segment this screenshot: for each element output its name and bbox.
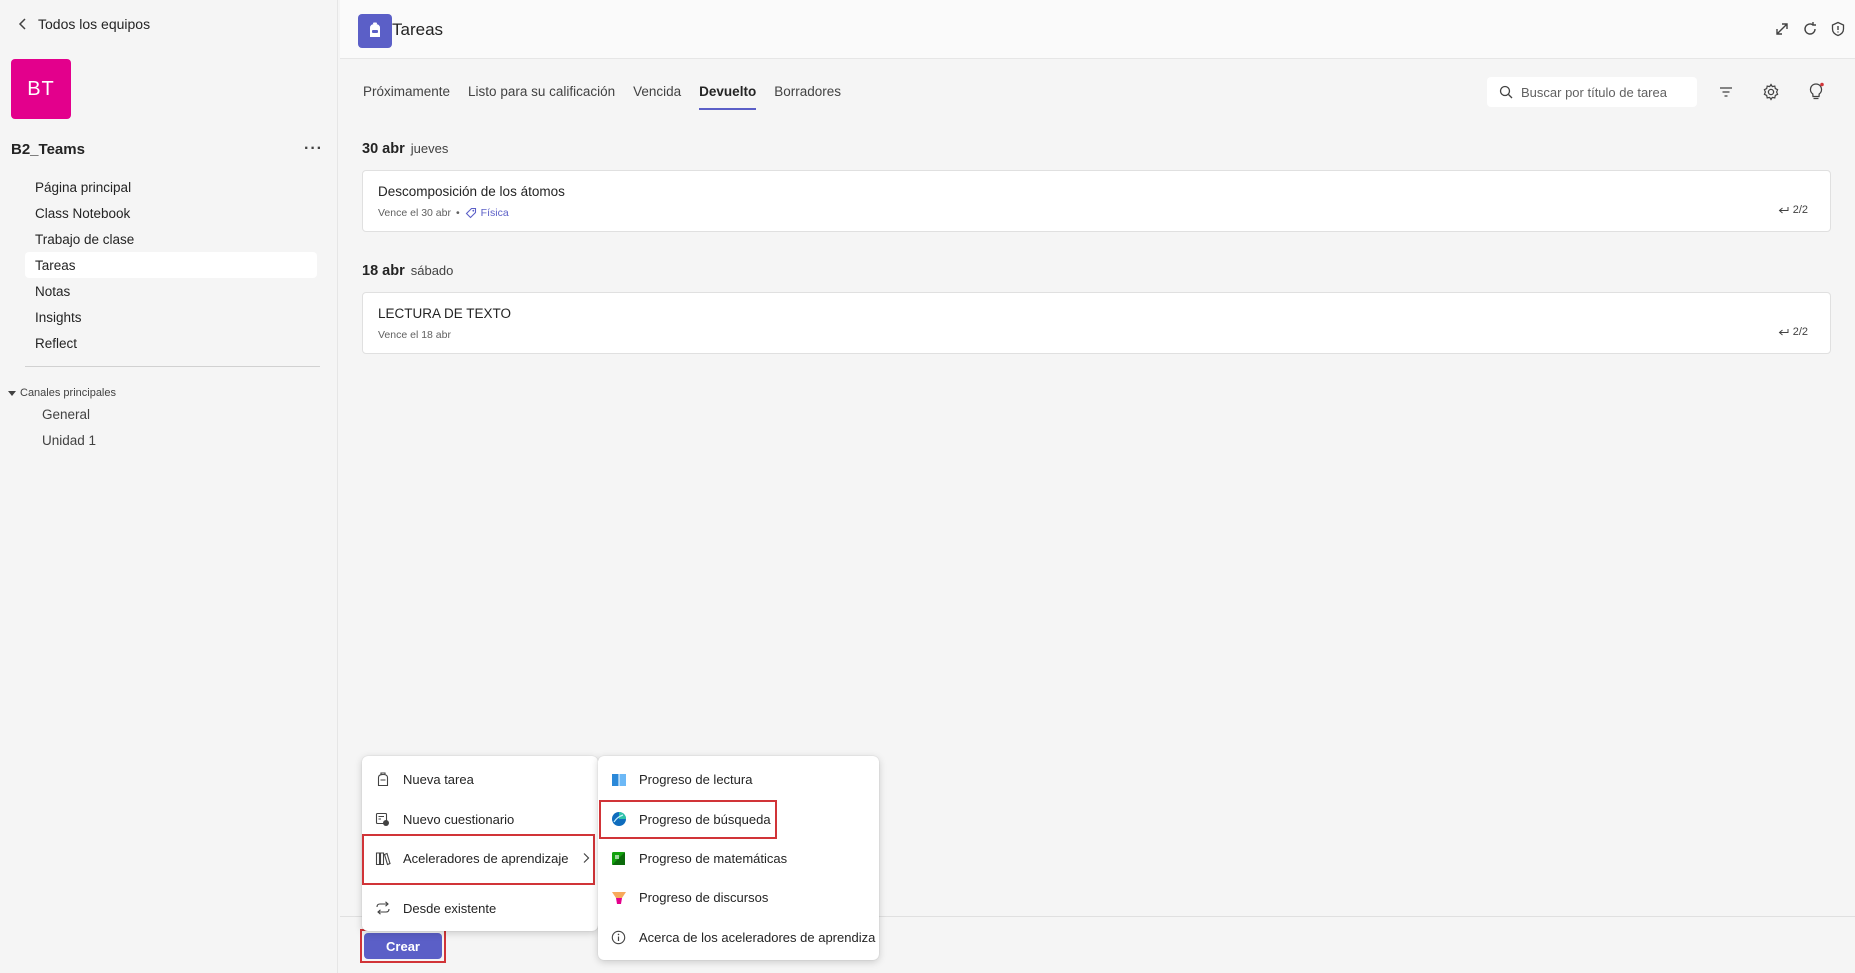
channels-header[interactable]: Canales principales (8, 387, 116, 399)
assignment-due: Vence el 30 abr (378, 207, 451, 219)
menu-item-label: Progreso de matemáticas (639, 850, 788, 866)
menu-item-desde-existente[interactable]: Desde existente (362, 893, 496, 923)
menu-item-progreso-busqueda[interactable]: Progreso de búsqueda (598, 804, 771, 834)
expand-icon[interactable] (1773, 20, 1791, 38)
lightbulb-icon[interactable] (1806, 82, 1826, 102)
tab-borradores[interactable]: Borradores (774, 84, 841, 108)
assignment-meta: Vence el 30 abr • Física (378, 207, 509, 219)
create-button-highlight: Crear (360, 929, 446, 963)
tab-vencida[interactable]: Vencida (633, 84, 681, 108)
search-box[interactable] (1487, 77, 1697, 107)
menu-item-nuevo-cuestionario[interactable]: Nuevo cuestionario (362, 804, 514, 834)
menu-item-progreso-discursos[interactable]: Progreso de discursos (598, 882, 768, 912)
team-sidebar: Todos los equipos BT B2_Teams ··· Página… (0, 0, 338, 973)
back-to-teams-link[interactable]: Todos los equipos (18, 16, 150, 32)
app-header: Tareas (340, 0, 1855, 59)
assignment-card[interactable]: Descomposición de los átomos Vence el 30… (362, 170, 1831, 232)
filter-icon[interactable] (1716, 82, 1736, 102)
tab-devuelto[interactable]: Devuelto (699, 84, 757, 110)
tab-proximamente[interactable]: Próximamente (363, 84, 450, 108)
backpack-icon (374, 771, 391, 788)
back-label: Todos los equipos (38, 16, 151, 32)
team-nav: Página principal Class Notebook Trabajo … (25, 174, 317, 356)
quiz-icon (374, 811, 391, 828)
create-button[interactable]: Crear (364, 933, 442, 959)
refresh-icon[interactable] (1801, 20, 1819, 38)
nav-item-insights[interactable]: Insights (25, 304, 317, 330)
channel-list: General Unidad 1 (42, 401, 96, 453)
nav-item-pagina-principal[interactable]: Página principal (25, 174, 317, 200)
search-input[interactable] (1521, 84, 1691, 100)
accelerators-menu: Progreso de lectura Progreso de búsqueda… (598, 756, 879, 960)
menu-item-label: Acerca de los aceleradores de aprendiza (639, 929, 876, 945)
team-name-row: B2_Teams ··· (11, 140, 323, 158)
chevron-left-icon (18, 18, 26, 30)
return-arrow-icon (1778, 206, 1789, 213)
menu-item-progreso-matematicas[interactable]: Progreso de matemáticas (598, 843, 787, 873)
assignment-tag[interactable]: Física (465, 207, 509, 219)
menu-item-label: Nueva tarea (403, 771, 474, 787)
menu-item-aceleradores[interactable]: Aceleradores de aprendizaje (362, 843, 598, 873)
menu-item-label: Aceleradores de aprendizaje (403, 850, 569, 866)
caret-down-icon (8, 390, 16, 396)
assignment-tabs: Próximamente Listo para su calificación … (363, 84, 841, 110)
speaker-progress-icon (610, 889, 627, 906)
assignment-title: Descomposición de los átomos (378, 184, 565, 199)
app-title: Tareas (392, 20, 444, 39)
assignments-app-icon (358, 14, 392, 48)
search-icon (1499, 85, 1513, 99)
menu-item-acerca-aceleradores[interactable]: Acerca de los aceleradores de aprendiza (598, 922, 875, 952)
team-avatar[interactable]: BT (11, 59, 71, 119)
menu-item-label: Progreso de discursos (639, 889, 769, 905)
books-icon (374, 850, 391, 867)
reading-progress-icon (610, 771, 627, 788)
assignment-meta: Vence el 18 abr (378, 329, 451, 341)
assignment-due: Vence el 18 abr (378, 329, 451, 341)
math-progress-icon (610, 850, 627, 867)
menu-item-label: Progreso de lectura (639, 771, 753, 787)
menu-item-progreso-lectura[interactable]: Progreso de lectura (598, 764, 752, 794)
nav-item-notas[interactable]: Notas (25, 278, 317, 304)
date-group-header: 30 abr jueves (362, 141, 448, 157)
menu-item-nueva-tarea[interactable]: Nueva tarea (362, 764, 474, 794)
group-date: 18 abr (362, 263, 405, 279)
group-weekday: jueves (410, 141, 449, 156)
sidebar-divider (25, 366, 320, 367)
menu-item-label: Desde existente (403, 900, 497, 916)
nav-item-trabajo-de-clase[interactable]: Trabajo de clase (25, 226, 317, 252)
channel-general[interactable]: General (42, 401, 96, 427)
date-group-header: 18 abr sábado (362, 263, 453, 279)
returned-count: 2/2 (1778, 204, 1808, 216)
tab-listo-para-calificacion[interactable]: Listo para su calificación (468, 84, 615, 108)
header-actions (1773, 20, 1847, 38)
menu-item-label: Progreso de búsqueda (639, 811, 771, 827)
info-icon (610, 929, 627, 946)
returned-count: 2/2 (1778, 326, 1808, 338)
more-options-button[interactable]: ··· (304, 140, 323, 158)
nav-item-tareas[interactable]: Tareas (25, 252, 317, 278)
group-date: 30 abr (362, 141, 405, 157)
shield-icon[interactable] (1829, 20, 1847, 38)
nav-item-reflect[interactable]: Reflect (25, 330, 317, 356)
assignment-card[interactable]: LECTURA DE TEXTO Vence el 18 abr 2/2 (362, 292, 1831, 354)
channel-unidad-1[interactable]: Unidad 1 (42, 427, 96, 453)
chevron-right-icon (583, 853, 590, 863)
returned-count-value: 2/2 (1792, 326, 1808, 338)
channels-header-label: Canales principales (20, 387, 116, 399)
menu-item-label: Nuevo cuestionario (403, 811, 515, 827)
search-progress-icon (610, 811, 627, 828)
group-weekday: sábado (410, 263, 454, 278)
meta-separator: • (455, 207, 460, 219)
assignment-title: LECTURA DE TEXTO (378, 306, 512, 321)
tag-icon (465, 207, 476, 219)
return-arrow-icon (1778, 328, 1789, 335)
settings-gear-icon[interactable] (1761, 82, 1781, 102)
create-menu: Nueva tarea Nuevo cuestionario Acelerado… (362, 756, 598, 931)
returned-count-value: 2/2 (1792, 204, 1808, 216)
team-name: B2_Teams (11, 140, 85, 158)
tag-label: Física (480, 207, 509, 219)
reuse-icon (374, 900, 391, 917)
nav-item-class-notebook[interactable]: Class Notebook (25, 200, 317, 226)
